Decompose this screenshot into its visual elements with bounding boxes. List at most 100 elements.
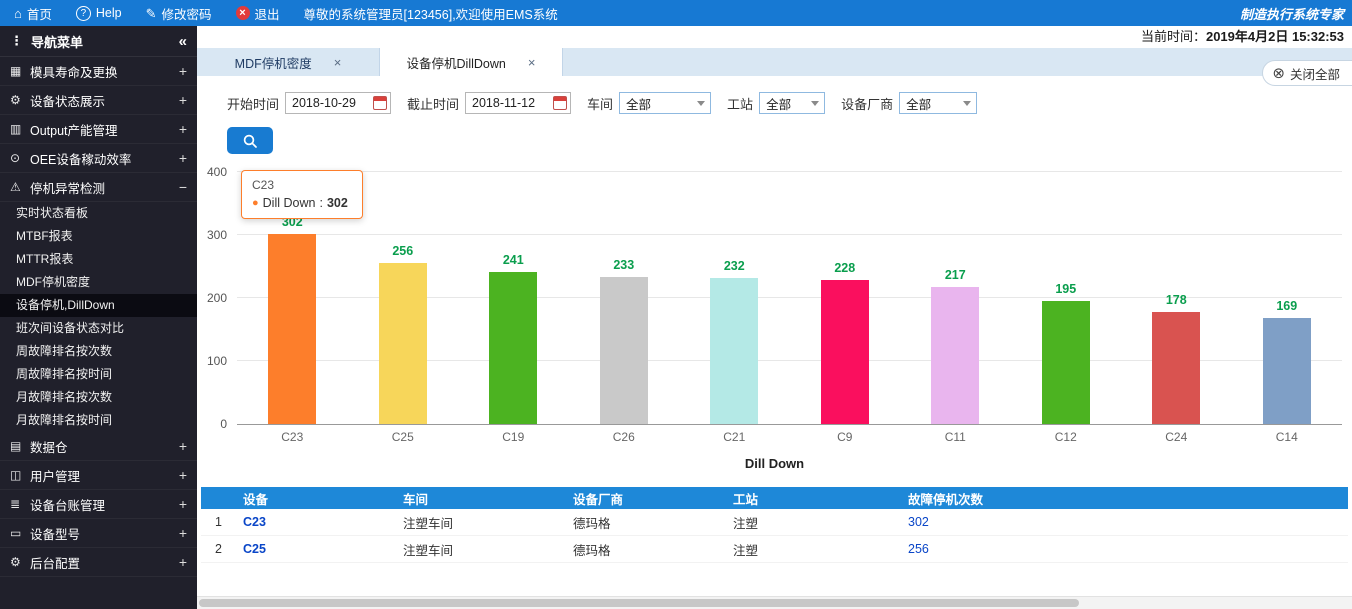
sidebar-item[interactable]: ⚙设备状态展示+ [0, 86, 197, 115]
close-all-button[interactable]: ⊗ 关闭全部 [1262, 60, 1352, 86]
sidebar-item[interactable]: ⚠停机异常检测− [0, 173, 197, 202]
x-tick-label: C11 [900, 430, 1011, 444]
collapse-icon[interactable]: − [175, 179, 187, 195]
bar-value-label: 233 [569, 258, 680, 272]
scrollbar-thumb[interactable] [199, 599, 1079, 607]
sidebar-item-label: 停机异常检测 [30, 178, 175, 197]
expand-icon[interactable]: + [175, 525, 187, 541]
bar[interactable] [1042, 301, 1090, 424]
calendar-icon[interactable] [373, 96, 387, 110]
chart-bars: 302256241233232228217195178169 [237, 172, 1342, 424]
top-bar: ⌂ 首页 ? Help ✎ 修改密码 × 退出 尊敬的系统管理员[123456]… [0, 0, 1352, 26]
tab[interactable]: 设备停机DillDown× [380, 48, 563, 76]
logout-button[interactable]: × 退出 [236, 4, 280, 23]
expand-icon[interactable]: + [175, 554, 187, 570]
station-cell: 注塑 [727, 513, 902, 532]
sidebar-item-label: 模具寿命及更换 [30, 62, 175, 81]
expand-icon[interactable]: + [175, 63, 187, 79]
bar[interactable] [1263, 318, 1311, 424]
bar[interactable] [600, 277, 648, 424]
horizontal-scrollbar[interactable] [197, 596, 1352, 609]
home-button[interactable]: ⌂ 首页 [14, 4, 52, 23]
chevron-down-icon [811, 101, 819, 106]
workshop-select[interactable]: 全部 [619, 92, 711, 114]
sidebar-item[interactable]: ⚙后台配置+ [0, 548, 197, 577]
device-link[interactable]: C23 [237, 515, 397, 529]
x-tick-label: C19 [458, 430, 569, 444]
end-date-input[interactable]: 2018-11-12 [465, 92, 571, 114]
tab-bar: MDF停机密度×设备停机DillDown× ⊗ 关闭全部 [197, 48, 1352, 76]
sidebar-subitem[interactable]: 周故障排名按时间 [0, 363, 197, 386]
sidebar-item[interactable]: ≣设备台账管理+ [0, 490, 197, 519]
sidebar-subitem[interactable]: 设备停机,DillDown [0, 294, 197, 317]
bar[interactable] [931, 287, 979, 424]
expand-icon[interactable]: + [175, 150, 187, 166]
bar[interactable] [268, 234, 316, 424]
tooltip-title: C23 [252, 178, 348, 192]
x-axis: C23C25C19C26C21C9C11C12C24C14 [237, 430, 1342, 444]
sidebar-subitem[interactable]: 月故障排名按次数 [0, 386, 197, 409]
table-header-cell: 设备 [237, 489, 397, 508]
bar[interactable] [489, 272, 537, 424]
sidebar-subitem[interactable]: 班次间设备状态对比 [0, 317, 197, 340]
calendar-icon[interactable] [553, 96, 567, 110]
current-time: 当前时间：2019年4月2日 15:32:53 [197, 26, 1352, 48]
sidebar-item[interactable]: ⊙OEE设备稼动效率+ [0, 144, 197, 173]
sidebar-item[interactable]: ▦模具寿命及更换+ [0, 57, 197, 86]
sidebar-item[interactable]: ▤数据仓+ [0, 432, 197, 461]
sidebar: ⋮ 导航菜单 « ▦模具寿命及更换+⚙设备状态展示+▥Output产能管理+⊙O… [0, 26, 197, 609]
change-password-button[interactable]: ✎ 修改密码 [146, 4, 212, 23]
expand-icon[interactable]: + [175, 92, 187, 108]
bar-chart: 0100200300400 30225624123323222821719517… [197, 160, 1352, 452]
expand-icon[interactable]: + [175, 467, 187, 483]
table-header-cell: 故障停机次数 [902, 489, 1348, 508]
bar[interactable] [821, 280, 869, 424]
station-label: 工站 [727, 94, 753, 113]
x-tick-label: C25 [348, 430, 459, 444]
vendor-select[interactable]: 全部 [899, 92, 977, 114]
bar[interactable] [710, 278, 758, 424]
x-tick-label: C14 [1232, 430, 1343, 444]
chart-slot: 217 [900, 172, 1011, 424]
sidebar-subitem[interactable]: 周故障排名按次数 [0, 340, 197, 363]
tooltip-series: Dill Down [263, 196, 316, 210]
expand-icon[interactable]: + [175, 438, 187, 454]
table-row[interactable]: 2C25注塑车间德玛格注塑256 [201, 536, 1348, 563]
workshop-group: 车间 全部 [587, 92, 711, 114]
station-value: 全部 [766, 94, 791, 113]
tooltip-value: 302 [327, 196, 348, 210]
sidebar-item-label: 设备状态展示 [30, 91, 175, 110]
table-row[interactable]: 1C23注塑车间德玛格注塑302 [201, 509, 1348, 536]
sidebar-item[interactable]: ◫用户管理+ [0, 461, 197, 490]
sidebar-item[interactable]: ▭设备型号+ [0, 519, 197, 548]
sidebar-subitem[interactable]: MTBF报表 [0, 225, 197, 248]
device-link[interactable]: C25 [237, 542, 397, 556]
start-date-input[interactable]: 2018-10-29 [285, 92, 391, 114]
y-tick-label: 100 [207, 355, 227, 367]
bar-value-label: 178 [1121, 293, 1232, 307]
sidebar-subitem[interactable]: MDF停机密度 [0, 271, 197, 294]
search-button[interactable] [227, 127, 273, 154]
expand-icon[interactable]: + [175, 121, 187, 137]
bar[interactable] [379, 263, 427, 424]
tab[interactable]: MDF停机密度× [197, 48, 380, 76]
chart-slot: 228 [790, 172, 901, 424]
sidebar-collapse-icon[interactable]: « [179, 33, 187, 50]
station-select[interactable]: 全部 [759, 92, 825, 114]
expand-icon[interactable]: + [175, 496, 187, 512]
close-tab-icon[interactable]: × [528, 55, 536, 70]
sidebar-subitem[interactable]: 实时状态看板 [0, 202, 197, 225]
workshop-value: 全部 [626, 94, 651, 113]
x-tick-label: C9 [790, 430, 901, 444]
edit-icon: ✎ [146, 7, 157, 20]
sidebar-subitem[interactable]: MTTR报表 [0, 248, 197, 271]
sidebar-item[interactable]: ▥Output产能管理+ [0, 115, 197, 144]
start-time-group: 开始时间 2018-10-29 [227, 92, 391, 114]
sidebar-subitem[interactable]: 月故障排名按时间 [0, 409, 197, 432]
chart-slot: 233 [569, 172, 680, 424]
close-tab-icon[interactable]: × [334, 55, 342, 70]
y-tick-label: 0 [220, 418, 227, 430]
config-icon: ⚙ [10, 555, 30, 569]
bar[interactable] [1152, 312, 1200, 424]
help-button[interactable]: ? Help [76, 6, 122, 21]
